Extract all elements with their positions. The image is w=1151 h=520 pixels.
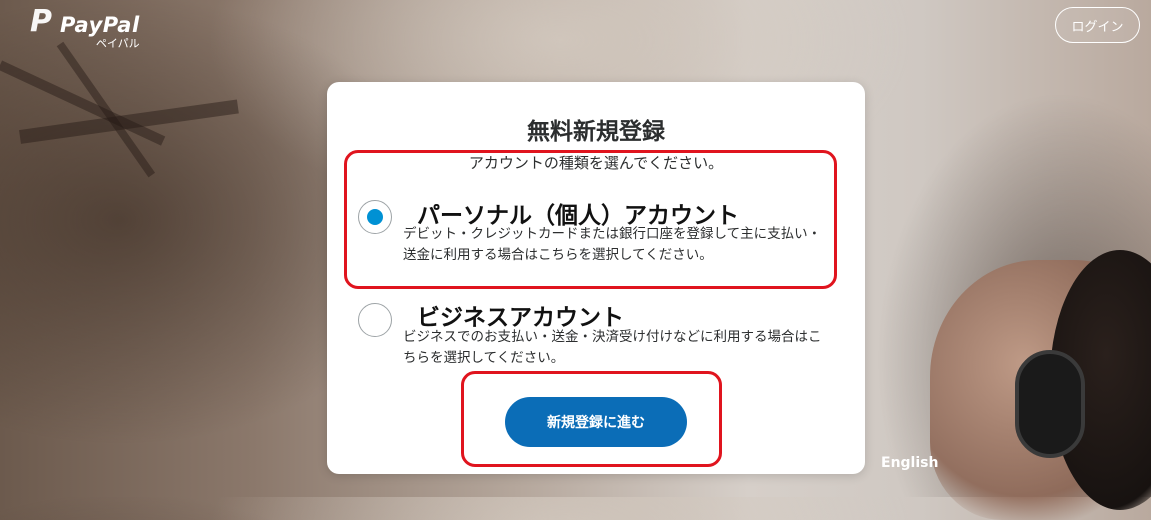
continue-signup-button[interactable]: 新規登録に進む bbox=[505, 397, 687, 447]
account-type-prompt: アカウントの種類を選んでください。 bbox=[468, 154, 724, 172]
paypal-logo[interactable]: P PayPal ペイパル bbox=[26, 4, 140, 50]
background-photo-detail bbox=[56, 41, 156, 178]
paypal-logo-icon: P bbox=[30, 4, 52, 39]
background-photo-headphones bbox=[1015, 350, 1085, 458]
language-link-english[interactable]: English bbox=[881, 455, 938, 471]
business-account-description: ビジネスでのお支払い・送金・決済受け付けなどに利用する場合はこちらを選択してくだ… bbox=[403, 329, 822, 366]
radio-unchecked-icon[interactable] bbox=[358, 303, 392, 337]
personal-account-description: デビット・クレジットカードまたは銀行口座を登録して主に支払い・送金に利用する場合… bbox=[403, 226, 822, 263]
logo-text: PayPal bbox=[60, 13, 140, 37]
logo-subtext: ペイパル bbox=[95, 37, 140, 50]
page-title: 無料新規登録 bbox=[527, 119, 665, 145]
radio-checked-icon[interactable] bbox=[358, 200, 392, 234]
personal-account-option[interactable]: パーソナル（個人）アカウント デビット・クレジットカードまたは銀行口座を登録して… bbox=[355, 200, 825, 280]
signup-card: 無料新規登録 アカウントの種類を選んでください。 パーソナル（個人）アカウント … bbox=[327, 82, 865, 474]
business-account-option[interactable]: ビジネスアカウント ビジネスでのお支払い・送金・決済受け付けなどに利用する場合は… bbox=[355, 303, 825, 373]
login-button[interactable]: ログイン bbox=[1055, 7, 1140, 43]
